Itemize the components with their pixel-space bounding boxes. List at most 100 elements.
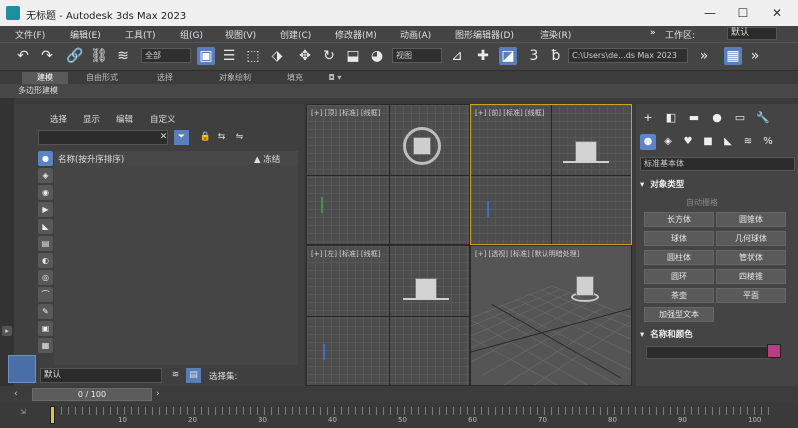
stack-icon[interactable]: ≋	[168, 368, 183, 383]
column-name[interactable]: 名称(按升序排序)	[58, 153, 124, 165]
clear-search-icon[interactable]: ✕	[156, 130, 171, 145]
display-cameras-icon[interactable]: ▶	[38, 202, 53, 217]
viewport-perspective-label[interactable]: [+] [透视] [标准] [默认明暗处理]	[475, 249, 579, 259]
menu-modifiers[interactable]: 修改器(M)	[335, 28, 377, 41]
menu-tools[interactable]: 工具(T)	[125, 28, 156, 41]
select-by-name-icon[interactable]: ☰	[220, 47, 238, 65]
tab-selection[interactable]: 选择	[140, 72, 190, 84]
display-spacewarps-icon[interactable]: ◐	[38, 253, 53, 268]
display-geometry-icon[interactable]: ◈	[38, 168, 53, 183]
display-groups-icon[interactable]: ◎	[38, 270, 53, 285]
viewport-left[interactable]: [+] [左] [标准] [线框]	[306, 245, 470, 386]
tab-populate[interactable]: 填充	[275, 72, 315, 84]
viewcube[interactable]	[575, 141, 597, 163]
textplus-button[interactable]: 加强型文本	[644, 307, 714, 322]
place-icon[interactable]: ◕	[368, 47, 386, 65]
tab-freeform[interactable]: 自由形式	[72, 72, 132, 84]
explorer-menu-select[interactable]: 选择	[50, 113, 67, 125]
plane-button[interactable]: 平面	[716, 288, 786, 303]
expand-arrow-icon[interactable]: ▸	[2, 326, 12, 336]
sphere-button[interactable]: 球体	[644, 231, 714, 246]
viewport-top[interactable]: [+] [顶] [标准] [线框]	[306, 104, 470, 245]
viewport-left-label[interactable]: [+] [左] [标准] [线框]	[311, 249, 380, 259]
redo-icon[interactable]: ↷	[38, 47, 56, 65]
display-xrefs-icon[interactable]: ✎	[38, 304, 53, 319]
viewport-top-label[interactable]: [+] [顶] [标准] [线框]	[311, 108, 380, 118]
time-slider[interactable]: 0 / 100	[32, 388, 152, 401]
display-frozen-icon[interactable]: ▦	[38, 338, 53, 353]
sync-selection-icon[interactable]: ⇆	[214, 130, 229, 145]
scale-icon[interactable]: ⬓	[344, 47, 362, 65]
viewport-front[interactable]: [+] [前] [标准] [线框]	[470, 104, 632, 245]
snap-3d-icon[interactable]: 3	[525, 47, 543, 65]
selection-filter-select[interactable]: 全部	[141, 48, 191, 63]
cylinder-button[interactable]: 圆柱体	[644, 250, 714, 265]
pivot-icon[interactable]: ⊿	[448, 47, 466, 65]
utilities-tab-icon[interactable]: 🔧	[755, 110, 771, 126]
layer-select[interactable]: 默认	[40, 368, 162, 383]
menu-edit[interactable]: 编辑(E)	[70, 28, 101, 41]
link-icon[interactable]: 🔗	[66, 47, 84, 65]
helpers-icon[interactable]: ◣	[720, 134, 736, 150]
viewport-front-label[interactable]: [+] [前] [标准] [线框]	[475, 108, 544, 118]
ribbon-options-icon[interactable]: ◘ ▾	[320, 72, 350, 84]
reference-coord-select[interactable]: 视图	[392, 48, 442, 63]
object-category-select[interactable]: 标准基本体	[640, 157, 795, 171]
motion-tab-icon[interactable]: ●	[709, 110, 725, 126]
create-tab-icon[interactable]: +	[640, 110, 656, 126]
teapot-button[interactable]: 茶壶	[644, 288, 714, 303]
viewport-perspective[interactable]: [+] [透视] [标准] [默认明暗处理]	[470, 245, 632, 386]
tube-button[interactable]: 管状体	[716, 250, 786, 265]
crosshair-icon[interactable]: ✚	[474, 47, 492, 65]
rect-selection-icon[interactable]: ⬚	[244, 47, 262, 65]
viewcube[interactable]	[576, 276, 594, 296]
move-icon[interactable]: ✥	[296, 47, 314, 65]
display-tab-icon[interactable]: ▭	[732, 110, 748, 126]
column-frozen[interactable]: ▲ 冻结	[254, 153, 280, 165]
angle-snap-icon[interactable]: ƀ	[547, 47, 565, 65]
toolbar-overflow-icon[interactable]: »	[695, 47, 713, 65]
viewcube[interactable]	[413, 137, 431, 155]
lights-icon[interactable]: ♥	[680, 134, 696, 150]
display-shapes-icon[interactable]: ◉	[38, 185, 53, 200]
menu-graph-editors[interactable]: 图形编辑器(D)	[455, 28, 514, 41]
menu-rendering[interactable]: 渲染(R)	[540, 28, 571, 41]
layer-explorer-icon[interactable]	[8, 355, 36, 383]
geosphere-button[interactable]: 几何球体	[716, 231, 786, 246]
rollout-object-type[interactable]: ▾ 对象类型	[640, 178, 795, 191]
hierarchy-icon[interactable]: ⇋	[232, 130, 247, 145]
menu-create[interactable]: 创建(C)	[280, 28, 311, 41]
display-all-icon[interactable]: ●	[38, 151, 53, 166]
hierarchy-tab-icon[interactable]: ▬	[686, 110, 702, 126]
undo-icon[interactable]: ↶	[14, 47, 32, 65]
toolbar-overflow2-icon[interactable]: »	[746, 47, 764, 65]
menu-overflow-icon[interactable]: »	[650, 28, 656, 38]
workspace-select[interactable]: 默认	[727, 27, 777, 40]
object-name-input[interactable]	[646, 346, 770, 359]
minimize-button[interactable]: —	[695, 3, 725, 23]
timeline-scroll-icon[interactable]: ⇲	[20, 408, 26, 416]
modify-tab-icon[interactable]: ◧	[663, 110, 679, 126]
explorer-menu-display[interactable]: 显示	[83, 113, 100, 125]
filter-icon[interactable]: ⏷	[174, 130, 189, 145]
cone-button[interactable]: 圆锥体	[716, 212, 786, 227]
selection-set-icon[interactable]: ▤	[186, 368, 201, 383]
display-particles-icon[interactable]: ▣	[38, 321, 53, 336]
close-button[interactable]: ✕	[762, 3, 792, 23]
display-helpers-icon[interactable]: ▤	[38, 236, 53, 251]
time-prev-icon[interactable]: ‹	[14, 389, 18, 399]
menu-file[interactable]: 文件(F)	[15, 28, 45, 41]
auto-grid-checkbox[interactable]: 自动栅格	[686, 197, 718, 208]
box-button[interactable]: 长方体	[644, 212, 714, 227]
geometry-icon[interactable]: ●	[640, 134, 656, 150]
menu-animation[interactable]: 动画(A)	[400, 28, 431, 41]
explorer-search-input[interactable]	[38, 130, 168, 145]
lock-icon[interactable]: 🔒	[198, 130, 213, 145]
project-path-field[interactable]: C:\Users\de...ds Max 2023	[568, 48, 688, 63]
window-crossing-icon[interactable]: ⬗	[268, 47, 286, 65]
menu-views[interactable]: 视图(V)	[225, 28, 256, 41]
explorer-menu-edit[interactable]: 编辑	[116, 113, 133, 125]
torus-button[interactable]: 圆环	[644, 269, 714, 284]
rollout-name-color[interactable]: ▾ 名称和颜色	[640, 328, 795, 341]
bind-spacewarp-icon[interactable]: ≋	[114, 47, 132, 65]
